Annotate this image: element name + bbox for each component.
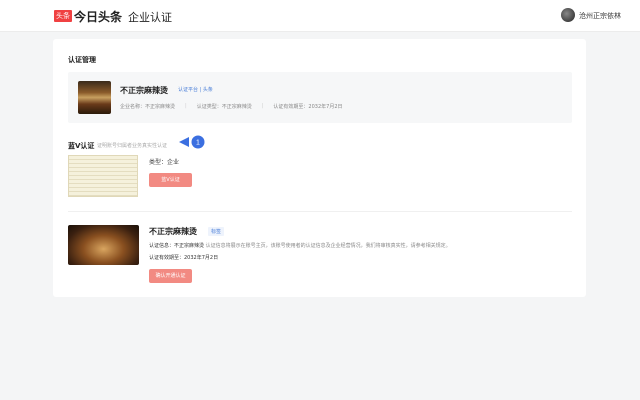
account-name: 不正宗麻辣烫	[120, 86, 168, 95]
pro-info: 认证信息：不正宗麻辣烫 认证信息将展示在账号主页，该账号使用者的认证信息及企业经…	[149, 242, 451, 249]
account-avatar	[78, 81, 111, 114]
blue-v-apply-button[interactable]: 蓝V认证	[149, 173, 192, 187]
user-name[interactable]: 沧州正宗依林	[579, 11, 621, 21]
account-details: 企业名称：不正宗麻辣烫 | 认证类型：不正宗麻辣烫 | 认证有效期至：2032年…	[120, 103, 353, 110]
blue-v-label: 蓝V认证	[68, 142, 95, 150]
certification-card: 认证管理 不正宗麻辣烫 认证平台 | 头条 企业名称：不正宗麻辣烫 | 认证类型…	[53, 39, 586, 297]
callout-number: 1	[196, 140, 200, 147]
pro-info-desc: 认证信息将展示在账号主页，该账号使用者的认证信息及企业经营情况，我们将审核真实性…	[205, 243, 451, 249]
pro-info-prefix: 认证信息：	[149, 243, 175, 249]
step-callout: 1	[179, 135, 205, 149]
type-label: 认证类型：不正宗麻辣烫	[196, 104, 252, 110]
brand-name[interactable]: 今日头条	[74, 8, 122, 25]
section-divider	[68, 211, 572, 212]
avatar[interactable]	[561, 8, 575, 22]
pro-info-name: 不正宗麻辣烫	[174, 243, 205, 249]
blue-v-type: 类型：企业	[149, 159, 180, 166]
pro-account-image	[68, 225, 139, 265]
page-title: 企业认证	[128, 11, 172, 24]
company-label: 企业名称：不正宗麻辣烫	[120, 104, 176, 110]
top-bar: 头条 今日头条 企业认证 沧州正宗依林	[0, 0, 640, 32]
pro-valid-until: 认证有效期至：2032年7月2日	[149, 255, 219, 261]
account-info-box: 不正宗麻辣烫 认证平台 | 头条 企业名称：不正宗麻辣烫 | 认证类型：不正宗麻…	[68, 72, 572, 123]
section-title: 认证管理	[68, 56, 96, 64]
pro-name: 不正宗麻辣烫	[149, 227, 197, 236]
divider: |	[261, 103, 264, 109]
confirm-certification-button[interactable]: 确认开通认证	[149, 269, 192, 283]
business-license-image	[68, 155, 138, 197]
blue-v-hint: 证明账号归属者业务真实性认证	[97, 143, 168, 149]
divider: |	[185, 103, 187, 109]
account-tag[interactable]: 认证平台 | 头条	[178, 86, 213, 93]
pro-tag: 标签	[208, 227, 225, 236]
toutiao-logo[interactable]: 头条	[54, 10, 72, 22]
expire-label: 认证有效期至：2032年7月2日	[273, 104, 343, 110]
